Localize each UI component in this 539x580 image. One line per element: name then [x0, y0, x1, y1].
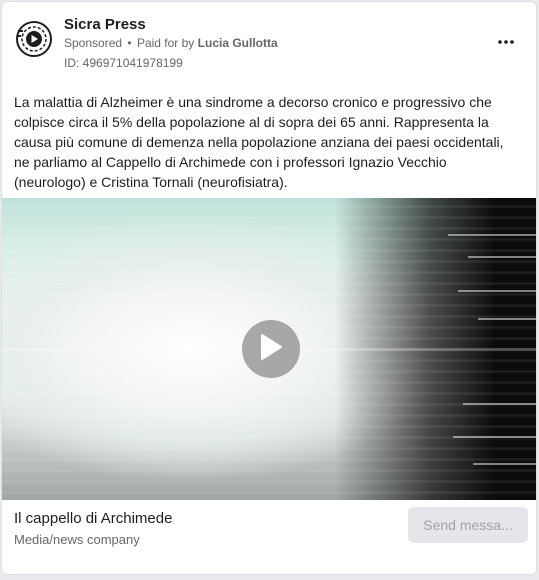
payer-name[interactable]: Lucia Gullotta: [198, 36, 278, 50]
ad-card: Sicra Press Sponsored • Paid for by Luci…: [1, 1, 537, 575]
video-artifact: [468, 256, 536, 258]
more-options-button[interactable]: [492, 28, 520, 52]
page-category: Media/news company: [14, 532, 140, 547]
page-logo-icon[interactable]: [14, 19, 54, 59]
paid-for-prefix: Paid for by: [136, 36, 195, 50]
video-artifact: [453, 436, 536, 438]
video-artifact: [478, 318, 536, 320]
play-button[interactable]: [242, 320, 300, 378]
video-artifact: [463, 403, 536, 405]
page-name[interactable]: Sicra Press: [64, 16, 146, 33]
video-artifact: [473, 463, 536, 465]
post-header: Sicra Press Sponsored • Paid for by Luci…: [14, 14, 524, 74]
video-player[interactable]: [2, 198, 536, 500]
post-body-text: La malattia di Alzheimer è una sindrome …: [14, 94, 504, 190]
sponsored-label: Sponsored: [64, 36, 123, 50]
video-artifact: [458, 290, 536, 292]
play-icon: [259, 333, 283, 366]
video-artifact: [448, 234, 536, 236]
link-footer[interactable]: Il cappello di Archimede Media/news comp…: [2, 500, 536, 574]
link-title[interactable]: Il cappello di Archimede: [14, 510, 172, 527]
send-message-button[interactable]: Send messa...: [408, 507, 528, 543]
more-horizontal-icon: [498, 31, 514, 49]
ad-id: ID: 496971041978199: [64, 56, 183, 70]
separator-dot: •: [127, 36, 132, 50]
sponsor-line: Sponsored • Paid for by Lucia Gullotta: [64, 36, 278, 50]
